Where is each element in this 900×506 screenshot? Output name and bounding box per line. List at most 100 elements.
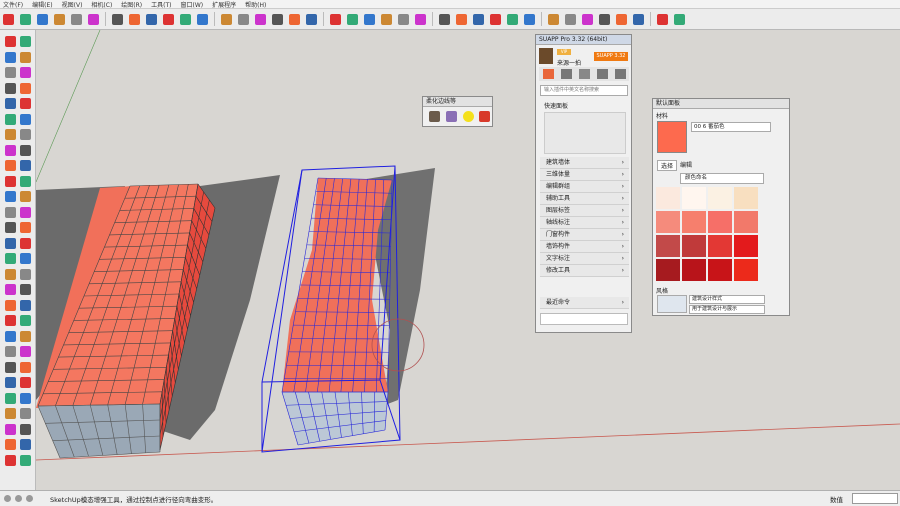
menu-extensions[interactable]: 扩展程序: [212, 0, 236, 9]
left-tool-icon[interactable]: [5, 160, 16, 171]
left-tool-icon[interactable]: [20, 346, 31, 357]
right-view-icon[interactable]: [599, 13, 610, 25]
text-icon[interactable]: [197, 13, 208, 25]
skin-icon[interactable]: [674, 13, 685, 25]
left-tool-icon[interactable]: [20, 268, 31, 280]
left-tool-icon[interactable]: [20, 113, 31, 125]
shop-tab-icon[interactable]: [579, 69, 590, 79]
iso-view-icon[interactable]: [548, 13, 559, 25]
left-tool-icon[interactable]: [5, 98, 16, 109]
rotate-icon[interactable]: [129, 13, 140, 25]
left-tool-icon[interactable]: [5, 113, 16, 125]
plugin-search-input[interactable]: 输入插件中英文名称搜索: [540, 85, 628, 96]
left-tool-icon[interactable]: [5, 299, 16, 311]
measurements-box[interactable]: [852, 493, 898, 504]
material-swatch[interactable]: [682, 187, 706, 209]
select-tool-icon[interactable]: [3, 13, 14, 25]
materials-icon[interactable]: [306, 13, 317, 25]
category-2[interactable]: 编辑群组 ›: [540, 181, 629, 193]
category-4[interactable]: 图层标签 ›: [540, 205, 629, 217]
left-tool-icon[interactable]: [5, 408, 16, 419]
material-swatch[interactable]: [656, 187, 680, 209]
left-tool-icon[interactable]: [20, 299, 31, 311]
left-tool-icon[interactable]: [5, 361, 16, 373]
left-tool-icon[interactable]: [20, 51, 31, 63]
material-swatch[interactable]: [682, 211, 706, 233]
left-tool-icon[interactable]: [5, 222, 16, 233]
left-tool-icon[interactable]: [5, 315, 16, 326]
left-tool-icon[interactable]: [20, 222, 31, 233]
shaded-icon[interactable]: [490, 13, 501, 25]
material-swatch[interactable]: [734, 211, 758, 233]
home-tab-icon[interactable]: [543, 69, 554, 79]
left-tool-icon[interactable]: [5, 392, 16, 404]
eraser-icon[interactable]: [20, 13, 31, 25]
left-tool-icon[interactable]: [20, 175, 31, 187]
category-9[interactable]: 修改工具 ›: [540, 265, 629, 277]
hide-edges-icon[interactable]: [463, 111, 474, 122]
zoom-extents-icon[interactable]: [272, 13, 283, 25]
left-tool-icon[interactable]: [5, 206, 16, 218]
category-6[interactable]: 门窗构件 ›: [540, 229, 629, 241]
offset-icon[interactable]: [163, 13, 174, 25]
soften-icon[interactable]: [429, 111, 440, 122]
material-swatch[interactable]: [682, 235, 706, 257]
material-swatch[interactable]: [656, 211, 680, 233]
hidden-line-icon[interactable]: [473, 13, 484, 25]
left-tool-icon[interactable]: [20, 439, 31, 450]
unsoften-icon[interactable]: [479, 111, 490, 122]
left-tool-icon[interactable]: [20, 253, 31, 264]
tape-measure-icon[interactable]: [180, 13, 191, 25]
category-5[interactable]: 轴线标注 ›: [540, 217, 629, 229]
left-tool-icon[interactable]: [20, 392, 31, 404]
left-tool-icon[interactable]: [5, 346, 16, 357]
left-tool-icon[interactable]: [5, 175, 16, 187]
material-swatch[interactable]: [708, 187, 732, 209]
left-tool-icon[interactable]: [20, 206, 31, 218]
left-tool-icon[interactable]: [20, 315, 31, 326]
material-swatch[interactable]: [656, 259, 680, 281]
line-icon[interactable]: [37, 13, 48, 25]
menu-camera[interactable]: 相机(C): [91, 0, 112, 9]
left-tool-icon[interactable]: [20, 67, 31, 78]
xray-icon[interactable]: [415, 13, 426, 25]
left-tool-icon[interactable]: [20, 82, 31, 94]
left-tool-icon[interactable]: [20, 144, 31, 156]
orbit-icon[interactable]: [221, 13, 232, 25]
display-section-icon[interactable]: [347, 13, 358, 25]
left-tool-icon[interactable]: [20, 408, 31, 419]
left-tool-icon[interactable]: [5, 268, 16, 280]
material-name-field[interactable]: 00 6 番茄色: [691, 122, 771, 132]
material-swatch[interactable]: [734, 187, 758, 209]
smooth-icon[interactable]: [446, 111, 457, 122]
left-tool-icon[interactable]: [5, 129, 16, 140]
left-tool-icon[interactable]: [5, 144, 16, 156]
left-tool-icon[interactable]: [20, 377, 31, 388]
push-pull-icon[interactable]: [88, 13, 99, 25]
paint-bucket-icon[interactable]: [364, 13, 375, 25]
shaded-texture-icon[interactable]: [507, 13, 518, 25]
left-tool-icon[interactable]: [5, 237, 16, 249]
wireframe-icon[interactable]: [456, 13, 467, 25]
left-tool-icon[interactable]: [5, 423, 16, 435]
left-tool-icon[interactable]: [20, 160, 31, 171]
version-badge[interactable]: SUAPP 3.32: [594, 52, 628, 61]
left-tool-icon[interactable]: [5, 439, 16, 450]
left-tool-icon[interactable]: [5, 191, 16, 202]
tab-edit[interactable]: 编辑: [677, 160, 695, 169]
left-tool-icon[interactable]: [20, 237, 31, 249]
scale-icon[interactable]: [146, 13, 157, 25]
recent-commands[interactable]: 最近命令 ›: [540, 297, 629, 309]
collection-dropdown[interactable]: 颜色命名: [680, 173, 764, 184]
left-tool-icon[interactable]: [20, 191, 31, 202]
left-tool-icon[interactable]: [5, 253, 16, 264]
section-plane-icon[interactable]: [330, 13, 341, 25]
left-tool-icon[interactable]: [5, 67, 16, 78]
left-tool-icon[interactable]: [5, 454, 16, 466]
left-tool-icon[interactable]: [20, 330, 31, 342]
left-tool-icon[interactable]: [5, 377, 16, 388]
warehouse-icon[interactable]: [381, 13, 392, 25]
category-3[interactable]: 辅助工具 ›: [540, 193, 629, 205]
left-tool-icon[interactable]: [20, 284, 31, 295]
material-swatch[interactable]: [708, 259, 732, 281]
